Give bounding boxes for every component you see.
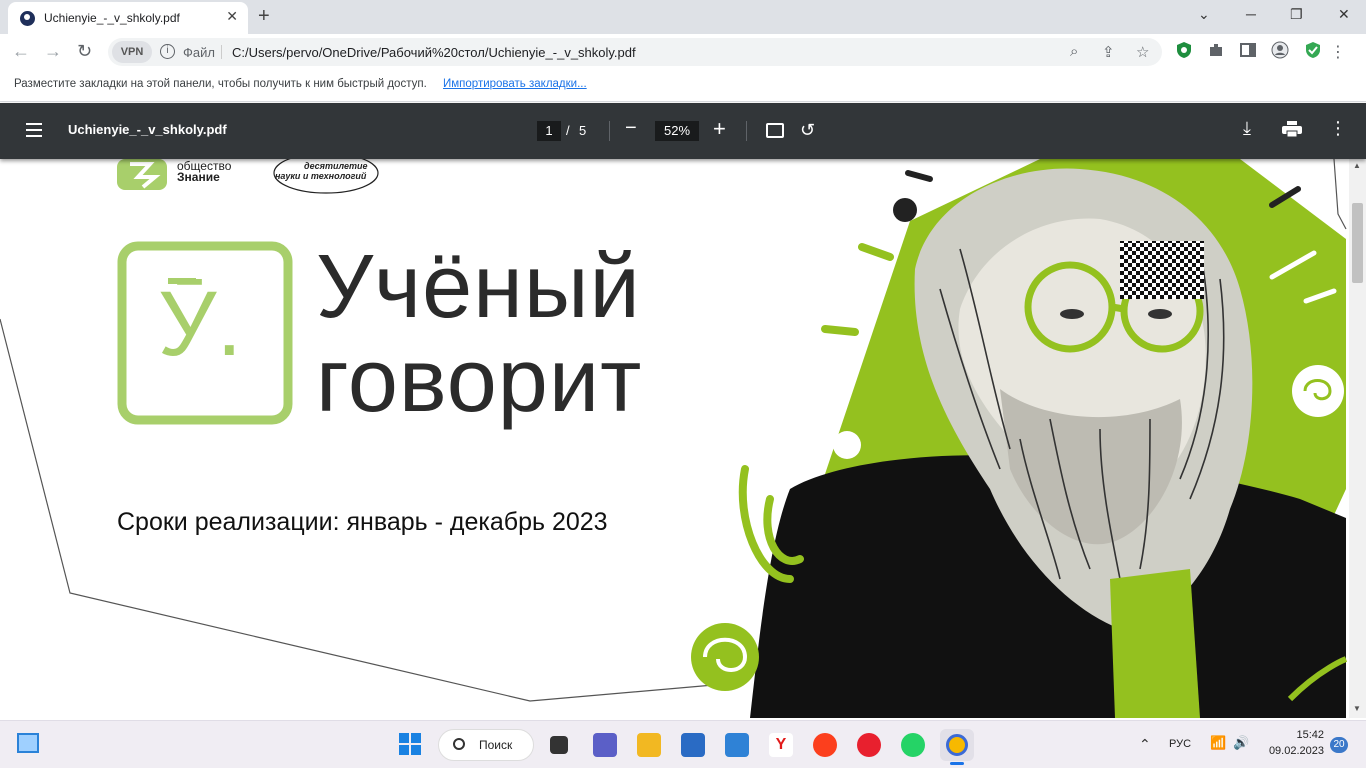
profile-avatar-icon[interactable] (1271, 41, 1289, 59)
divider (746, 121, 747, 141)
site-info-icon[interactable]: i (160, 44, 175, 59)
teams-chat-icon[interactable] (593, 733, 617, 757)
hamburger-menu-icon[interactable] (26, 123, 42, 137)
yandex-icon[interactable] (813, 733, 837, 757)
rotate-icon[interactable]: ↺ (800, 120, 815, 141)
zoom-out-button[interactable]: − (625, 117, 637, 140)
input-language[interactable]: РУС (1169, 738, 1191, 750)
tab-close-icon[interactable]: ✕ (226, 8, 238, 25)
chrome-icon (946, 734, 968, 756)
zoom-level-input[interactable]: 52% (655, 121, 699, 141)
decade-line1: десятилетие (304, 161, 368, 171)
decade-line2: науки и технологий (275, 171, 367, 181)
browser-tab[interactable]: Uchienyie_-_v_shkoly.pdf ✕ (8, 2, 248, 34)
scroll-thumb[interactable] (1352, 203, 1363, 283)
divider (609, 121, 610, 141)
scroll-up-icon[interactable]: ▲ (1353, 161, 1361, 170)
more-options-icon[interactable]: ⋮ (1329, 118, 1347, 139)
search-label: Поиск (479, 738, 513, 752)
reload-button[interactable]: ↻ (77, 41, 92, 62)
page-separator: / (566, 123, 570, 138)
taskbar-search[interactable]: Поиск (438, 729, 534, 761)
logo-letter: Ӯ. (158, 273, 243, 375)
volume-icon[interactable]: 🔊 (1233, 735, 1249, 751)
headline-line2: говорит (316, 331, 643, 431)
search-icon (453, 738, 465, 750)
wifi-icon[interactable]: 📶 (1210, 735, 1226, 751)
divider (221, 45, 222, 59)
pdf-toolbar: Uchienyie_-_v_shkoly.pdf 1 / 5 − 52% + ↺… (0, 103, 1366, 159)
side-panel-icon[interactable] (1239, 41, 1257, 59)
bookmarks-bar: Разместите закладки на этой панели, чтоб… (0, 70, 1366, 102)
start-windows-icon[interactable] (399, 733, 421, 755)
tray-chevron-icon[interactable]: ⌃ (1139, 736, 1151, 753)
zoom-icon[interactable]: ⌕ (1070, 43, 1078, 60)
period-text: Сроки реализации: январь - декабрь 2023 (117, 508, 608, 536)
tab-favicon-icon (20, 11, 35, 26)
whatsapp-icon[interactable] (901, 733, 925, 757)
file-explorer-icon[interactable] (637, 733, 661, 757)
tab-title: Uchienyie_-_v_shkoly.pdf (44, 11, 180, 25)
address-bar[interactable]: VPN i Файл C:/Users/pervo/OneDrive/Рабоч… (108, 38, 1162, 66)
page-number-input[interactable]: 1 (537, 121, 561, 141)
tab-search-chevron-icon[interactable]: ⌄ (1198, 6, 1210, 23)
tab-strip: Uchienyie_-_v_shkoly.pdf ✕ + ⌄ ─ ❐ ✕ (0, 0, 1366, 34)
notification-badge[interactable]: 20 (1330, 737, 1348, 753)
pdf-page: общество Знание десятилетие науки и техн… (0, 159, 1366, 718)
print-icon[interactable] (1282, 121, 1302, 137)
adguard-shield-icon[interactable] (1304, 41, 1322, 59)
import-bookmarks-link[interactable]: Импортировать закладки... (443, 78, 587, 90)
fit-to-page-icon[interactable] (766, 123, 784, 138)
bookmark-star-icon[interactable]: ☆ (1136, 43, 1149, 61)
microsoft-store-icon[interactable] (681, 733, 705, 757)
zoom-in-button[interactable]: + (713, 116, 726, 142)
vpn-badge[interactable]: VPN (112, 41, 152, 63)
checker-pattern (1120, 241, 1204, 299)
active-app-indicator (950, 762, 964, 765)
new-tab-button[interactable]: + (258, 5, 270, 28)
browser-toolbar: ← → ↻ VPN i Файл C:/Users/pervo/OneDrive… (0, 34, 1366, 70)
org-name-line2: Знание (177, 170, 220, 184)
browser-menu-icon[interactable]: ⋮ (1330, 42, 1346, 62)
widgets-icon[interactable] (17, 733, 39, 753)
pdf-title: Uchienyie_-_v_shkoly.pdf (68, 122, 227, 137)
bookmarks-prompt: Разместите закладки на этой панели, чтоб… (14, 78, 427, 90)
file-scheme-label: Файл (183, 45, 215, 60)
clock-time[interactable]: 15:42 (1268, 729, 1324, 741)
headline-line1: Учёный (316, 237, 641, 337)
task-view-icon[interactable] (550, 736, 568, 754)
yandex-browser-icon[interactable]: Y (769, 733, 793, 757)
restore-button[interactable]: ❐ (1290, 6, 1303, 23)
page-artwork (0, 159, 1348, 718)
url-text[interactable]: C:/Users/pervo/OneDrive/Рабочий%20стол/U… (232, 45, 636, 60)
shield-extension-icon[interactable] (1175, 41, 1193, 59)
back-button[interactable]: ← (12, 41, 30, 62)
page-total: 5 (579, 123, 587, 138)
minimize-button[interactable]: ─ (1246, 6, 1256, 22)
chrome-taskbar-button[interactable] (940, 729, 974, 761)
extensions-puzzle-icon[interactable] (1207, 41, 1225, 59)
vertical-scrollbar[interactable]: ▲ ▼ (1349, 159, 1366, 718)
close-window-button[interactable]: ✕ (1338, 6, 1350, 23)
clock-date[interactable]: 09.02.2023 (1262, 745, 1324, 757)
opera-icon[interactable] (857, 733, 881, 757)
forward-button[interactable]: → (44, 41, 62, 62)
scroll-down-icon[interactable]: ▼ (1353, 704, 1361, 713)
mail-icon[interactable] (725, 733, 749, 757)
share-icon[interactable]: ⇪ (1102, 43, 1115, 61)
download-icon[interactable]: ⤓ (1243, 118, 1251, 139)
